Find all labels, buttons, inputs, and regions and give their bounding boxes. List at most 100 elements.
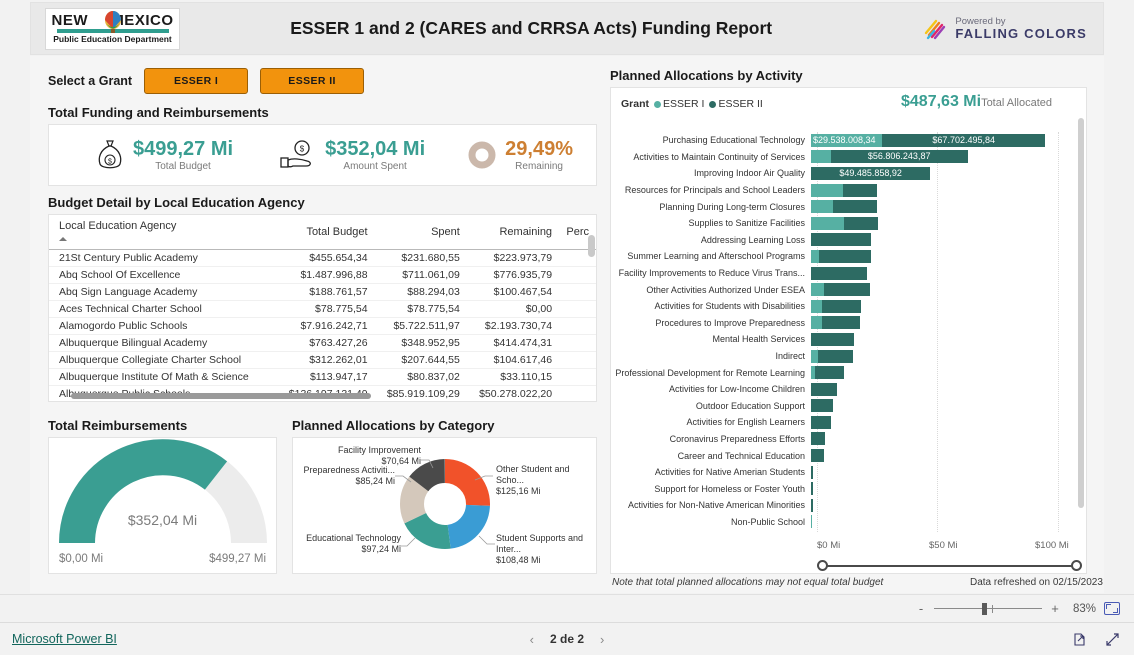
bar-segment-esser-2[interactable] [811, 415, 831, 429]
bar-segment-esser-2[interactable] [811, 399, 834, 413]
bar-segment-esser-2[interactable] [811, 465, 813, 479]
bar-segment-esser-2[interactable] [811, 432, 826, 446]
total-allocated-value: $487,63 Mi [901, 93, 982, 110]
budget-table-container[interactable]: Local Education Agency Total Budget Spen… [48, 214, 597, 402]
bar-row[interactable]: Supplies to Sanitize Facilities [611, 215, 1088, 232]
table-row[interactable]: Albuquerque Collegiate Charter School $31… [49, 351, 596, 369]
zoom-slider[interactable] [934, 602, 1042, 615]
bar-row[interactable]: Activities to Maintain Continuity of Ser… [611, 149, 1088, 166]
bar-segment-esser-1[interactable] [811, 216, 844, 230]
table-row[interactable]: Alamogordo Public Schools $7.916.242,71 $5… [49, 317, 596, 335]
bar-segment-esser-1[interactable] [811, 316, 823, 330]
bar-segment-esser-2[interactable] [832, 200, 878, 214]
bar-row[interactable]: Addressing Learning Loss [611, 232, 1088, 249]
money-bag-icon: $ [98, 140, 122, 169]
bar-segment-esser-2[interactable] [822, 316, 861, 330]
bar-segment-esser-2[interactable] [811, 482, 813, 496]
bar-row[interactable]: Purchasing Educational Technology $29.538… [611, 132, 1088, 149]
bar-row[interactable]: Resources for Principals and School Lead… [611, 182, 1088, 199]
bar-track [811, 283, 870, 297]
column-header-total-budget[interactable]: Total Budget [275, 215, 375, 250]
bar-row[interactable]: Support for Homeless or Foster Youth [611, 480, 1088, 497]
bar-row[interactable]: Facility Improvements to Reduce Virus Tr… [611, 265, 1088, 282]
bar-segment-esser-2[interactable] [811, 266, 868, 280]
range-slider-right-handle[interactable] [1071, 560, 1082, 571]
bar-segment-esser-1[interactable] [811, 515, 813, 529]
bar-row[interactable]: Activities for Native Amerian Students [611, 464, 1088, 481]
bar-segment-esser-1[interactable] [811, 283, 824, 297]
chart-vertical-scrollbar[interactable] [1078, 118, 1084, 508]
column-header-spent[interactable]: Spent [374, 215, 467, 250]
bar-segment-esser-2[interactable] [818, 349, 854, 363]
table-row[interactable]: Aces Technical Charter School $78.775,54 $… [49, 300, 596, 318]
table-row[interactable]: Albuquerque Bilingual Academy $763.427,26… [49, 334, 596, 352]
bar-row[interactable]: Coronavirus Preparedness Efforts [611, 431, 1088, 448]
table-row[interactable]: Albuquerque Institute Of Math & Science $… [49, 368, 596, 386]
activity-bars[interactable]: Purchasing Educational Technology $29.538… [611, 132, 1088, 532]
bar-segment-esser-2[interactable] [811, 332, 855, 346]
bar-segment-esser-2[interactable] [843, 183, 878, 197]
zoom-in-button[interactable]: + [1050, 601, 1060, 616]
bar-segment-esser-1[interactable] [811, 249, 820, 263]
bar-row[interactable]: Career and Technical Education [611, 447, 1088, 464]
bar-row[interactable]: Activities for English Learners [611, 414, 1088, 431]
table-vertical-scrollbar[interactable] [588, 235, 595, 257]
bar-row[interactable]: Activities for Students with Disabilitie… [611, 298, 1088, 315]
bar-track [811, 366, 845, 380]
bar-row[interactable]: Indirect [611, 348, 1088, 365]
bar-row[interactable]: Outdoor Education Support [611, 398, 1088, 415]
cell-perc [559, 385, 596, 401]
bar-row[interactable]: Improving Indoor Air Quality $49.485.858,… [611, 165, 1088, 182]
bar-segment-esser-2[interactable] [819, 249, 872, 263]
table-row[interactable]: Abq School Of Excellence $1.487.996,88 $71… [49, 266, 596, 284]
bar-segment-esser-2[interactable] [843, 216, 879, 230]
bar-row[interactable]: Non-Public School [611, 514, 1088, 531]
zoom-slider-handle[interactable] [982, 602, 987, 615]
bar-segment-esser-1[interactable] [811, 150, 831, 164]
bar-segment-esser-1[interactable] [811, 349, 819, 363]
column-header-lea[interactable]: Local Education Agency [49, 215, 276, 250]
cell-perc [559, 351, 596, 369]
bar-row[interactable]: Mental Health Services [611, 331, 1088, 348]
bar-segment-esser-2[interactable] [811, 449, 825, 463]
chevron-left-icon[interactable]: ‹ [530, 632, 534, 647]
kpi-remaining: 29,49% Remaining [467, 138, 573, 172]
table-row[interactable]: 21St Century Public Academy $455.654,34 $2… [49, 249, 596, 267]
bar-row[interactable]: Activities for Low-Income Children [611, 381, 1088, 398]
bar-row[interactable]: Other Activities Authorized Under ESEA [611, 281, 1088, 298]
bar-track [811, 465, 813, 479]
bar-segment-esser-2[interactable] [815, 366, 845, 380]
bar-segment-esser-2[interactable] [821, 299, 862, 313]
table-row[interactable]: Abq Sign Language Academy $188.761,57 $88.… [49, 283, 596, 301]
column-header-remaining[interactable]: Remaining [466, 215, 560, 250]
bar-segment-esser-1[interactable] [811, 200, 833, 214]
fit-to-page-icon[interactable] [1104, 602, 1120, 615]
bar-segment-esser-2[interactable] [811, 498, 813, 512]
table-horizontal-scrollbar[interactable] [71, 393, 371, 399]
bar-row[interactable]: Procedures to Improve Preparedness [611, 315, 1088, 332]
bar-segment-esser-2[interactable] [811, 382, 837, 396]
bar-row[interactable]: Planning During Long-term Closures [611, 198, 1088, 215]
legend-item-esser-1[interactable]: ESSER I [654, 98, 704, 110]
bar-row[interactable]: Summer Learning and Afterschool Programs [611, 248, 1088, 265]
bar-segment-esser-1[interactable] [811, 183, 844, 197]
bar-segment-esser-2[interactable] [823, 283, 870, 297]
bar-row[interactable]: Professional Development for Remote Lear… [611, 364, 1088, 381]
range-slider-left-handle[interactable] [817, 560, 828, 571]
bar-segment-esser-2[interactable] [811, 233, 872, 247]
grant-button-esser-2[interactable]: ESSER II [260, 68, 365, 94]
total-allocated-label: Total Allocated [981, 97, 1052, 109]
bar-category-label: Non-Public School [730, 516, 805, 527]
zoom-out-button[interactable]: - [916, 601, 926, 616]
cell-lea: Alamogordo Public Schools [49, 317, 276, 335]
grant-button-esser-1[interactable]: ESSER I [144, 68, 249, 94]
bar-category-label: Planning During Long-term Closures [659, 201, 805, 212]
chevron-right-icon[interactable]: › [600, 632, 604, 647]
bar-row[interactable]: Activities for Non-Native American Minor… [611, 497, 1088, 514]
bar-category-label: Support for Homeless or Foster Youth [654, 483, 805, 494]
bar-category-label: Activities for Students with Disabilitie… [654, 301, 805, 312]
chart-range-slider[interactable] [817, 560, 1082, 572]
legend-item-esser-2[interactable]: ESSER II [709, 98, 763, 110]
bar-segment-esser-1[interactable] [811, 299, 822, 313]
x-tick-50: $50 Mi [929, 540, 958, 551]
